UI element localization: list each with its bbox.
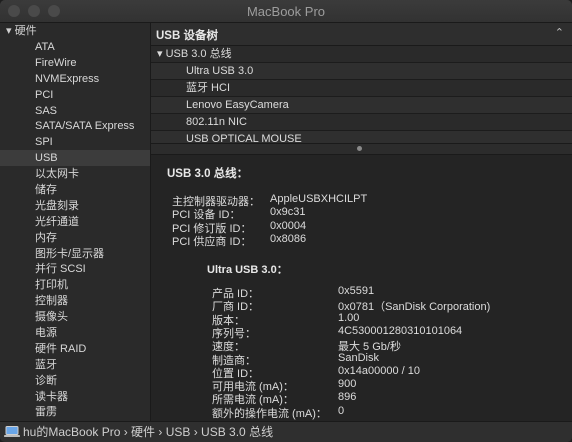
sidebar-item[interactable]: 光盘刻录: [0, 198, 150, 214]
tree-row[interactable]: Ultra USB 3.0: [151, 63, 572, 80]
sidebar-item[interactable]: 打印机: [0, 277, 150, 293]
sidebar-item[interactable]: USB: [0, 150, 150, 167]
property-key: PCI 供应商 ID：: [172, 235, 252, 248]
device-tree-header[interactable]: USB 设备树 ⌃: [151, 23, 572, 46]
tree-row[interactable]: 802.11n NIC: [151, 114, 572, 131]
sidebar-item[interactable]: 硬件 RAID: [0, 341, 150, 357]
sidebar-item[interactable]: SPI: [0, 134, 150, 150]
property-value: 4C530001280310101064: [338, 324, 463, 337]
path-bar: hu的MacBook Pro › 硬件 › USB › USB 3.0 总线: [0, 421, 572, 442]
device-tree-title: USB 设备树: [156, 30, 218, 42]
sidebar-item[interactable]: PCI: [0, 87, 150, 103]
property-value: 0x0004: [270, 219, 307, 232]
sidebar-item[interactable]: 雷雳: [0, 404, 150, 420]
property-value: 1.00: [338, 311, 360, 324]
sidebar-item[interactable]: NVMExpress: [0, 71, 150, 87]
sidebar-item[interactable]: 以太网卡: [0, 166, 150, 182]
chevron-up-icon[interactable]: ⌃: [555, 26, 564, 39]
tree-row[interactable]: 蓝牙 HCI: [151, 80, 572, 97]
sidebar-item[interactable]: FireWire: [0, 55, 150, 71]
detail-pane: USB 3.0 总线： Ultra USB 3.0： 主控制器驱动器： Apple…: [151, 155, 572, 421]
tree-row[interactable]: Lenovo EasyCamera: [151, 97, 572, 114]
property-value: 0x5591: [338, 285, 375, 297]
title-bar: MacBook Pro: [0, 0, 572, 23]
sidebar-item[interactable]: 蓝牙: [0, 357, 150, 373]
property-value: AppleUSBXHCILPT: [270, 193, 368, 205]
laptop-icon: [4, 426, 20, 437]
sidebar-item[interactable]: 读卡器: [0, 389, 150, 405]
system-information-window: MacBook Pro ▾ 硬件 ATA FireWire NVMExpress PC…: [0, 0, 572, 442]
sidebar: ▾ 硬件 ATA FireWire NVMExpress PCI SAS SATA/SAT…: [0, 23, 151, 421]
property-value: 0x0781（SanDisk Corporation): [338, 301, 491, 314]
sidebar-item[interactable]: SATA/SATA Express: [0, 118, 150, 134]
property-value: 900: [338, 378, 357, 391]
property-value: 0x9c31: [270, 206, 306, 219]
property-value: 0: [338, 404, 345, 417]
sidebar-item[interactable]: ATA: [0, 39, 150, 55]
sidebar-item[interactable]: 光纤通道: [0, 214, 150, 230]
device-subtitle: Ultra USB 3.0：: [207, 264, 288, 276]
device-tree: ▾ USB 3.0 总线 Ultra USB 3.0 蓝牙 HCI Lenovo E…: [151, 46, 572, 150]
sidebar-item[interactable]: 电源: [0, 325, 150, 341]
splitter-handle-icon[interactable]: [357, 146, 362, 151]
sidebar-item[interactable]: 诊断: [0, 373, 150, 389]
sidebar-item[interactable]: 内存: [0, 230, 150, 246]
sidebar-list: ATA FireWire NVMExpress PCI SAS SATA/SATA Exp…: [0, 39, 150, 420]
sidebar-item[interactable]: 控制器: [0, 293, 150, 309]
sidebar-item[interactable]: 并行 SCSI: [0, 261, 150, 277]
tree-row-usb30-bus[interactable]: ▾ USB 3.0 总线: [151, 46, 572, 63]
property-value: 896: [338, 391, 357, 404]
window-title: MacBook Pro: [246, 4, 326, 19]
sidebar-group-hardware[interactable]: ▾ 硬件: [0, 23, 150, 39]
sidebar-item[interactable]: SAS: [0, 103, 150, 119]
property-value: 0x8086: [270, 232, 307, 245]
sidebar-item[interactable]: 图形卡/显示器: [0, 246, 150, 262]
main-pane: USB 设备树 ⌃ ▾ USB 3.0 总线 Ultra USB 3.0 蓝牙 H…: [151, 23, 572, 421]
sidebar-item[interactable]: 摄像头: [0, 309, 150, 325]
property-value: SanDisk: [338, 351, 379, 364]
property-key: 额外的操作电流 (mA)：: [212, 407, 327, 420]
sidebar-item[interactable]: 储存: [0, 182, 150, 198]
path-bar-text[interactable]: hu的MacBook Pro › 硬件 › USB › USB 3.0 总线: [23, 425, 273, 439]
detail-title: USB 3.0 总线：: [167, 168, 249, 180]
property-value: 0x14a00000 / 10: [338, 364, 420, 377]
pane-splitter[interactable]: [151, 143, 572, 155]
